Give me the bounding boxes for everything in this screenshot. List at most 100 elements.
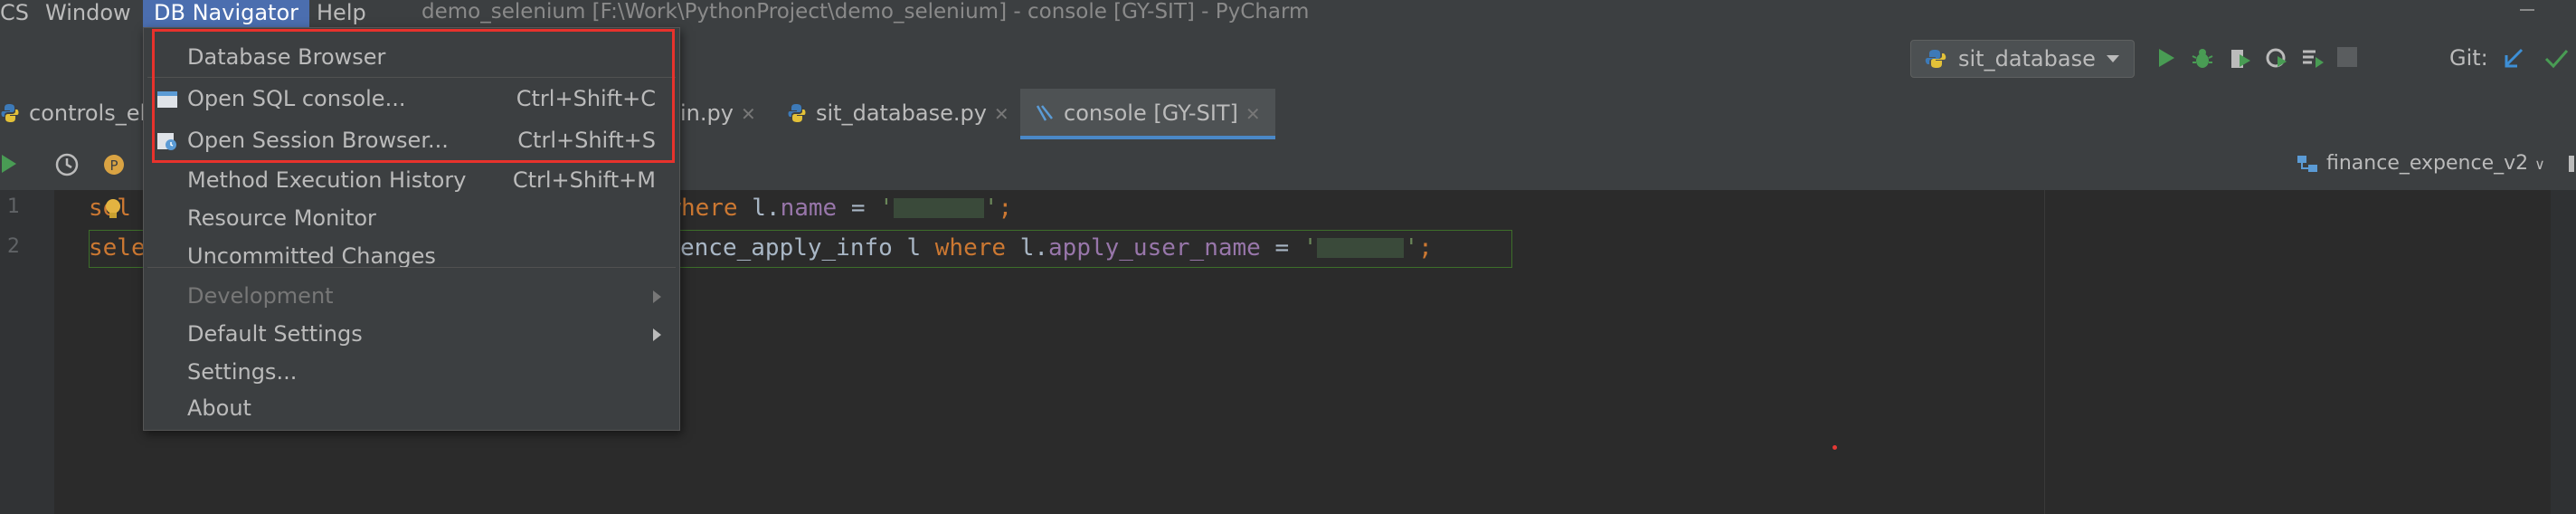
menu-item-label: Default Settings (187, 321, 363, 347)
code-token: name (780, 195, 838, 222)
menu-item-label: Method Execution History (187, 167, 467, 193)
tab-label: in.py (680, 100, 734, 126)
submenu-arrow-icon (653, 290, 661, 303)
debug-icon[interactable] (2191, 47, 2214, 71)
menu-item-settings[interactable]: Settings... (144, 354, 679, 390)
run-config-select[interactable]: sit_database (1910, 40, 2135, 78)
tab-main-py[interactable]: in.py ✕ (680, 89, 756, 139)
code-token: sele (89, 234, 146, 262)
run-config-label: sit_database (1958, 46, 2096, 71)
code-token: ' (983, 195, 999, 222)
session-browser-icon (157, 133, 176, 150)
right-margin-guide (2044, 190, 2045, 514)
code-token: ; (1418, 234, 1433, 262)
code-token: ' (879, 195, 894, 222)
submenu-arrow-icon (653, 328, 661, 341)
code-token: l. (752, 195, 781, 222)
menu-item-open-sql-console[interactable]: Open SQL console... Ctrl+Shift+C (144, 81, 679, 117)
code-token: ' (1302, 234, 1318, 262)
menu-item-label: Uncommitted Changes (187, 243, 436, 269)
redacted-text (1317, 238, 1405, 258)
error-stripe (2551, 190, 2576, 514)
side-panel-icon[interactable] (2569, 156, 2574, 172)
python-file-icon (1, 104, 19, 122)
menu-item-development: Development (144, 278, 679, 314)
code-token: ence_apply_info l (680, 234, 935, 262)
redacted-text (893, 198, 984, 218)
line-number: 2 (7, 235, 20, 258)
menu-bar: CS Window DB Navigator Help demo_seleniu… (0, 0, 2576, 27)
code-token: = (837, 195, 880, 222)
tab-sit-database[interactable]: sit_database.py ✕ (787, 89, 1009, 139)
tab-label: console [GY-SIT] (1064, 100, 1238, 126)
schema-label: finance_expence_v2 (2326, 152, 2529, 175)
close-icon[interactable]: ✕ (994, 103, 1009, 125)
menu-item-shortcut: Ctrl+Shift+M (512, 167, 656, 193)
code-line-2-rest: ence_apply_info l where l.apply_user_nam… (680, 230, 1433, 266)
menu-item-shortcut: Ctrl+Shift+S (517, 128, 656, 153)
tab-controls-el[interactable]: controls_el (0, 89, 146, 139)
chevron-down-icon: ∨ (2534, 156, 2545, 173)
line-gutter: 1 2 (0, 190, 54, 514)
python-file-icon (788, 104, 806, 122)
code-token: where (934, 234, 1007, 262)
menu-item-label: Database Browser (187, 44, 386, 70)
code-token: = (1260, 234, 1303, 262)
profile-icon[interactable] (2265, 47, 2288, 71)
tab-console[interactable]: console [GY-SIT] ✕ (1020, 89, 1275, 139)
svg-text:P: P (109, 157, 118, 174)
menu-separator (147, 267, 676, 268)
session-icon[interactable]: P (101, 152, 127, 177)
chevron-down-icon (2107, 55, 2119, 62)
menu-item-uncommitted-changes[interactable]: Uncommitted Changes (144, 238, 679, 274)
code-line-2: sele (89, 230, 146, 266)
code-line-1-rest: l where l.name = ''; (639, 190, 1012, 226)
menu-item-about[interactable]: About (144, 390, 679, 426)
menu-help[interactable]: Help (317, 0, 366, 27)
run-with-options-icon[interactable] (2301, 47, 2325, 71)
run-icon[interactable] (2156, 47, 2176, 69)
menu-item-label: Open Session Browser... (187, 128, 449, 153)
menu-item-label: Resource Monitor (187, 205, 376, 231)
execute-statement-icon[interactable] (0, 152, 18, 176)
code-token: ' (1404, 234, 1419, 262)
menu-db-navigator[interactable]: DB Navigator (143, 0, 310, 27)
tab-label: controls_el (29, 100, 147, 126)
history-icon[interactable] (54, 152, 80, 177)
minimize-icon[interactable] (2520, 9, 2534, 11)
lightbulb-icon[interactable] (103, 197, 123, 223)
menu-item-resource-monitor[interactable]: Resource Monitor (144, 200, 679, 236)
code-token: apply_user_name (1048, 234, 1261, 262)
schema-select[interactable]: finance_expence_v2 ∨ (2326, 152, 2545, 175)
menu-window[interactable]: Window (45, 0, 131, 27)
sql-console-icon (157, 91, 177, 108)
menu-item-label: About (187, 395, 251, 421)
menu-item-database-browser[interactable]: Database Browser (144, 39, 679, 75)
menu-item-label: Open SQL console... (187, 86, 406, 111)
git-commit-icon[interactable] (2543, 47, 2569, 71)
close-icon[interactable]: ✕ (1245, 103, 1261, 125)
cursor-marker (1833, 445, 1837, 450)
sql-console-icon (1036, 105, 1053, 121)
menu-separator (147, 77, 676, 78)
stop-icon[interactable] (2337, 47, 2357, 67)
menu-item-label: Development (187, 283, 334, 309)
db-navigator-menu: Database Browser Open SQL console... Ctr… (143, 27, 680, 431)
menu-vcs[interactable]: CS (0, 0, 29, 27)
line-number: 1 (7, 195, 20, 218)
git-label: Git: (2449, 45, 2488, 71)
coverage-icon[interactable] (2229, 47, 2252, 71)
code-token: l. (1006, 234, 1049, 262)
menu-item-open-session-browser[interactable]: Open Session Browser... Ctrl+Shift+S (144, 122, 679, 158)
tab-label: sit_database.py (816, 100, 987, 126)
schema-icon (2297, 156, 2317, 172)
close-icon[interactable]: ✕ (741, 103, 756, 125)
git-update-icon[interactable] (2502, 47, 2525, 71)
menu-item-default-settings[interactable]: Default Settings (144, 316, 679, 352)
code-token: ; (998, 195, 1013, 222)
window-title: demo_selenium [F:\Work\PythonProject\dem… (421, 0, 1310, 24)
python-config-icon (1925, 50, 1946, 68)
menu-item-shortcut: Ctrl+Shift+C (516, 86, 656, 111)
menu-item-label: Settings... (187, 359, 298, 385)
menu-item-method-execution-history[interactable]: Method Execution History Ctrl+Shift+M (144, 162, 679, 198)
